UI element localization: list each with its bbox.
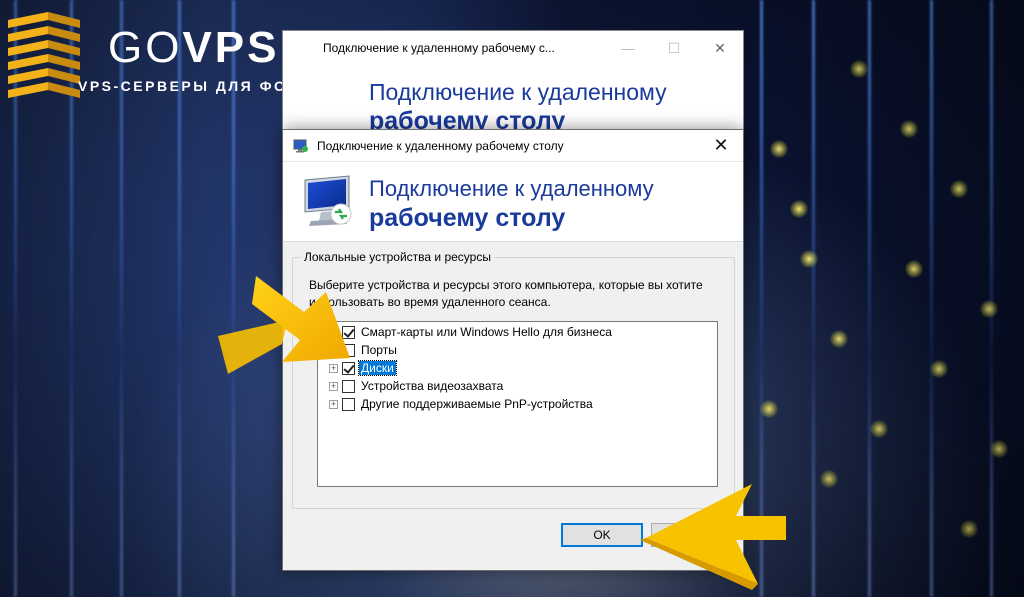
device-label[interactable]: Другие поддерживаемые PnP-устройства xyxy=(359,397,595,411)
minimize-icon[interactable]: — xyxy=(605,40,651,57)
device-label[interactable]: Диски xyxy=(358,360,397,376)
remote-desktop-monitor-icon xyxy=(304,175,352,226)
dialog-heading-line1: Подключение к удаленному xyxy=(369,176,654,201)
arrow-pointer-icon xyxy=(640,484,786,590)
expand-plus-icon[interactable]: + xyxy=(329,399,338,409)
ok-button[interactable]: OK xyxy=(561,523,643,547)
close-button[interactable]: ✕ xyxy=(699,130,743,162)
device-tree-item[interactable]: + Диски xyxy=(318,359,717,377)
device-label[interactable]: Порты xyxy=(359,343,399,357)
background-window-title: Подключение к удаленному рабочему с... xyxy=(323,41,555,55)
device-tree-item[interactable]: Смарт-карты или Windows Hello для бизнес… xyxy=(318,323,717,341)
remote-desktop-icon xyxy=(293,139,308,152)
device-tree[interactable]: Смарт-карты или Windows Hello для бизнес… xyxy=(317,321,718,487)
close-icon: ✕ xyxy=(713,135,729,155)
group-label: Локальные устройства и ресурсы xyxy=(301,250,494,264)
dialog-banner: Подключение к удаленному рабочему столу xyxy=(283,162,743,242)
background-rdp-window[interactable]: Подключение к удаленному рабочему с... —… xyxy=(282,30,744,140)
dialog-title: Подключение к удаленному рабочему столу xyxy=(317,138,564,153)
maximize-icon[interactable]: ☐ xyxy=(651,40,697,57)
dialog-heading-line2: рабочему столу xyxy=(369,204,566,232)
dialog-titlebar[interactable]: Подключение к удаленному рабочему столу … xyxy=(283,130,743,162)
device-checkbox[interactable] xyxy=(342,379,355,393)
device-tree-item[interactable]: Порты xyxy=(318,341,717,359)
device-tree-item[interactable]: + Другие поддерживаемые PnP-устройства xyxy=(318,395,717,413)
group-description: Выберите устройства и ресурсы этого комп… xyxy=(309,278,703,309)
device-tree-item[interactable]: + Устройства видеозахвата xyxy=(318,377,717,395)
device-checkbox[interactable] xyxy=(342,397,355,411)
local-devices-group: Локальные устройства и ресурсы Выберите … xyxy=(292,250,735,509)
device-label[interactable]: Смарт-карты или Windows Hello для бизнес… xyxy=(359,325,614,339)
close-icon[interactable]: ✕ xyxy=(697,40,743,57)
background-window-titlebar[interactable]: Подключение к удаленному рабочему с... —… xyxy=(283,31,743,65)
device-label[interactable]: Устройства видеозахвата xyxy=(359,379,505,393)
arrow-pointer-icon xyxy=(218,276,350,374)
logo-go: GO xyxy=(108,23,183,72)
background-heading-line1: Подключение к удаленному xyxy=(369,79,667,105)
expand-plus-icon[interactable]: + xyxy=(329,381,338,391)
logo-vps: VPS xyxy=(182,23,280,72)
